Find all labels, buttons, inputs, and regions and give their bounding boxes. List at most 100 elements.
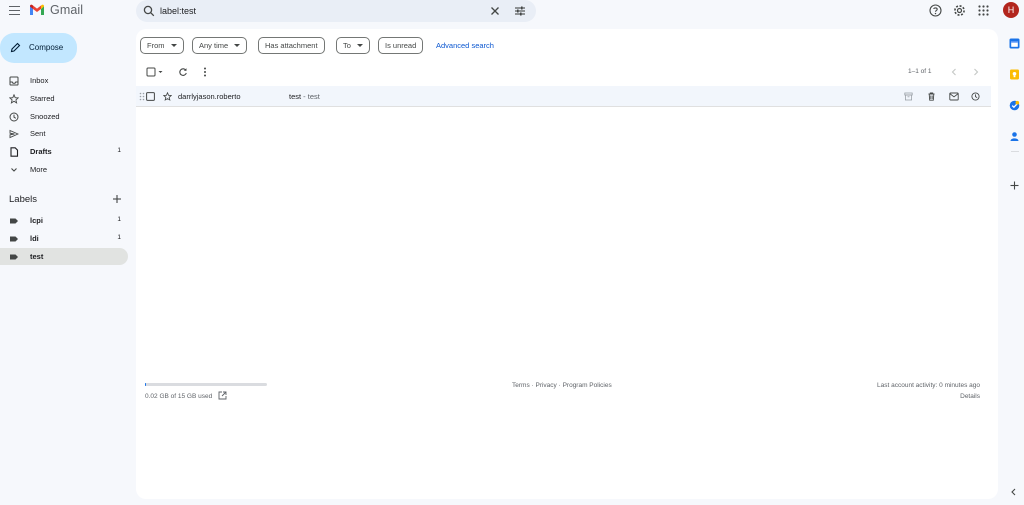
drag-handle-icon[interactable]: [139, 92, 145, 101]
search-input[interactable]: [160, 3, 480, 19]
settings-gear-icon[interactable]: [953, 4, 966, 17]
message-subject: test: [289, 92, 302, 101]
filter-has-attachment-chip[interactable]: Has attachment: [258, 37, 325, 54]
caret-down-icon: [356, 44, 363, 47]
draft-icon: [10, 147, 19, 157]
program-policies-link[interactable]: Program Policies: [563, 382, 612, 389]
search-icon[interactable]: [143, 5, 155, 17]
menu-icon-line: [9, 9, 20, 12]
star-icon: [9, 94, 19, 104]
label-tag-icon: [10, 236, 18, 242]
sidebar-label-name: lcpi: [30, 216, 43, 225]
star-icon[interactable]: [163, 92, 172, 101]
sidebar-item-snoozed[interactable]: Snoozed: [0, 108, 128, 125]
external-link-icon[interactable]: [218, 391, 227, 400]
activity-details-link[interactable]: Details: [960, 393, 980, 400]
gmail-logo[interactable]: Gmail: [29, 3, 83, 17]
top-bar: Gmail label:test H: [0, 0, 1024, 22]
filter-any-time-label: Any time: [199, 41, 229, 50]
clear-search-icon[interactable]: [490, 6, 500, 16]
menu-icon-line: [9, 13, 20, 16]
account-avatar[interactable]: H: [1003, 2, 1019, 18]
sidebar-label-name: ldi: [30, 234, 39, 243]
expand-panel-icon[interactable]: [1010, 488, 1018, 496]
sidebar-item-starred[interactable]: Starred: [0, 90, 128, 107]
chevron-left-icon[interactable]: [950, 67, 958, 77]
caret-down-icon: [170, 44, 177, 47]
mark-as-read-icon[interactable]: [949, 92, 959, 101]
rail-divider: [1011, 151, 1019, 152]
storage-usage-text: 0.02 GB of 15 GB used: [145, 393, 213, 400]
pencil-icon: [10, 42, 21, 53]
label-tag-icon: [10, 218, 18, 224]
pagination-range: 1–1 of 1: [908, 68, 932, 75]
message-subject-line: test - test: [289, 92, 320, 101]
keep-icon[interactable]: [1009, 69, 1020, 80]
chevron-right-icon[interactable]: [972, 67, 980, 77]
sidebar-item-label: Snoozed: [30, 112, 60, 121]
app-name: Gmail: [50, 3, 84, 17]
subject-separator: -: [301, 92, 308, 101]
calendar-icon[interactable]: [1009, 38, 1020, 49]
apps-grid-icon[interactable]: [978, 5, 989, 16]
sidebar-label-name: test: [30, 252, 44, 261]
trash-icon[interactable]: [927, 92, 936, 101]
help-icon[interactable]: [929, 4, 942, 17]
mail-list-panel: From Any time Has attachment To Is unrea…: [136, 29, 998, 499]
gmail-m-icon: [30, 4, 44, 15]
sidebar-item-sent[interactable]: Sent: [0, 125, 128, 142]
sidebar-item-label: More: [30, 165, 48, 174]
privacy-link[interactable]: Privacy: [535, 382, 556, 389]
filter-to-chip[interactable]: To: [336, 37, 370, 54]
labels-heading: Labels: [9, 194, 37, 205]
select-all-checkbox[interactable]: [146, 67, 166, 77]
sidebar-item-count: 1: [117, 147, 121, 154]
main-menu-button[interactable]: [9, 6, 20, 16]
add-addon-icon[interactable]: [1010, 181, 1019, 190]
last-account-activity: Last account activity: 0 minutes ago: [877, 382, 980, 389]
sidebar-label-test[interactable]: test: [0, 248, 128, 265]
table-row[interactable]: darrlyjason.roberto test - test: [136, 86, 991, 107]
avatar-letter: H: [1007, 5, 1015, 15]
terms-link[interactable]: Terms: [512, 382, 530, 389]
checkbox-icon: [146, 67, 163, 77]
sidebar-item-inbox[interactable]: Inbox: [0, 72, 128, 89]
sidebar-label-count: 1: [117, 216, 121, 223]
filter-is-unread-label: Is unread: [385, 41, 417, 50]
sidebar-item-label: Inbox: [30, 76, 49, 85]
search-options-icon[interactable]: [514, 5, 526, 17]
menu-icon: [9, 6, 20, 8]
clock-icon: [9, 112, 19, 122]
footer-links: Terms · Privacy · Program Policies: [512, 382, 612, 389]
add-label-icon[interactable]: [112, 194, 122, 204]
storage-usage-bar: [145, 383, 267, 386]
contacts-icon[interactable]: [1009, 131, 1020, 142]
filter-any-time-chip[interactable]: Any time: [192, 37, 248, 54]
message-snippet: test: [307, 92, 320, 101]
compose-button[interactable]: Compose: [0, 33, 77, 63]
filter-from-label: From: [147, 41, 165, 50]
advanced-search-link[interactable]: Advanced search: [436, 41, 494, 50]
sidebar-item-drafts[interactable]: Drafts 1: [0, 143, 128, 160]
message-sender: darrlyjason.roberto: [178, 92, 241, 101]
refresh-icon: [179, 68, 187, 76]
row-checkbox-icon[interactable]: [146, 92, 155, 101]
filter-has-attachment-label: Has attachment: [265, 41, 318, 50]
filter-is-unread-chip[interactable]: Is unread: [378, 37, 424, 54]
label-tag-icon: [10, 254, 18, 260]
archive-icon[interactable]: [904, 92, 913, 101]
more-actions-button[interactable]: [202, 67, 208, 77]
tasks-icon[interactable]: [1009, 100, 1020, 111]
sidebar-label-ldi[interactable]: ldi 1: [0, 230, 128, 247]
sidebar-item-more[interactable]: More: [0, 161, 128, 178]
sidebar-item-label: Drafts: [30, 147, 52, 156]
sidebar-label-lcpi[interactable]: lcpi 1: [0, 212, 128, 229]
snooze-clock-icon[interactable]: [971, 92, 980, 101]
filter-from-chip[interactable]: From: [140, 37, 184, 54]
search-bar[interactable]: [136, 0, 536, 22]
chevron-down-icon: [11, 168, 17, 172]
sidebar-item-label: Starred: [30, 94, 55, 103]
compose-label: Compose: [29, 43, 64, 52]
sidebar-item-label: Sent: [30, 129, 46, 138]
refresh-button[interactable]: [178, 67, 188, 77]
